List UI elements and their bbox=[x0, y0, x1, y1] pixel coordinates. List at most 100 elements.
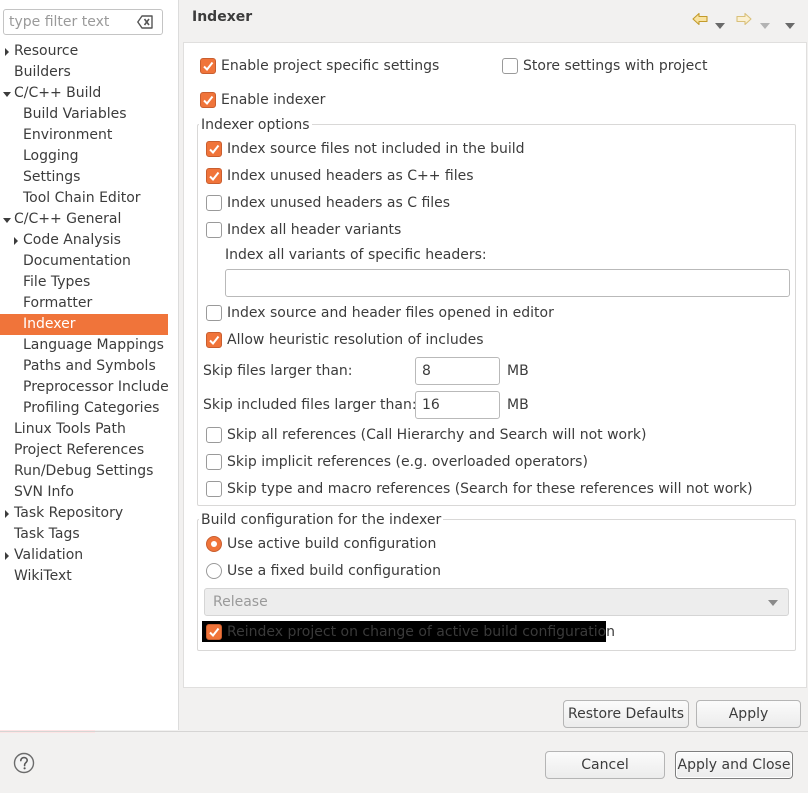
heuristic-includes-checkbox[interactable] bbox=[206, 332, 222, 348]
tree-item-paths-and-symbols[interactable]: Paths and Symbols bbox=[0, 356, 168, 377]
tree-item-tool-chain-editor[interactable]: Tool Chain Editor bbox=[0, 188, 168, 209]
index-not-in-build-checkbox[interactable] bbox=[206, 141, 222, 157]
pane-divider[interactable] bbox=[178, 0, 179, 730]
tree-item-language-mappings[interactable]: Language Mappings bbox=[0, 335, 168, 356]
tree-item-svn-info[interactable]: SVN Info bbox=[0, 482, 168, 503]
tree-item-project-references[interactable]: Project References bbox=[0, 440, 168, 461]
tree-item-label: Settings bbox=[23, 169, 81, 185]
enable-indexer-checkbox[interactable] bbox=[200, 92, 216, 108]
apply-button[interactable]: Apply bbox=[696, 700, 801, 728]
tree-item-label: Code Analysis bbox=[23, 232, 121, 248]
all-header-variants-label: Index all header variants bbox=[227, 222, 402, 238]
use-active-config-label: Use active build configuration bbox=[227, 536, 437, 552]
tree-item-documentation[interactable]: Documentation bbox=[0, 251, 168, 272]
skip-included-input[interactable] bbox=[415, 391, 500, 419]
specific-headers-input[interactable] bbox=[225, 269, 790, 297]
skip-larger-input[interactable] bbox=[415, 357, 500, 385]
expand-right-icon[interactable] bbox=[5, 552, 9, 560]
tree-item-c-c-build[interactable]: C/C++ Build bbox=[0, 83, 168, 104]
skip-all-references-checkbox[interactable] bbox=[206, 427, 222, 443]
forward-history-dropdown-icon[interactable] bbox=[760, 17, 770, 33]
chevron-down-icon bbox=[768, 600, 778, 606]
tree-item-label: Environment bbox=[23, 127, 113, 143]
tree-item-label: Builders bbox=[14, 64, 71, 80]
tree-item-indexer[interactable]: Indexer bbox=[0, 314, 168, 335]
skip-included-unit: MB bbox=[507, 397, 529, 413]
all-header-variants-checkbox[interactable] bbox=[206, 222, 222, 238]
tree-item-code-analysis[interactable]: Code Analysis bbox=[0, 230, 168, 251]
tree-item-label: Indexer bbox=[23, 316, 76, 332]
fixed-config-select[interactable]: Release bbox=[204, 588, 789, 616]
expand-right-icon[interactable] bbox=[14, 237, 18, 245]
tree-item-preprocessor-include[interactable]: Preprocessor Include bbox=[0, 377, 169, 398]
tree-item-label: WikiText bbox=[14, 568, 72, 584]
expand-right-icon[interactable] bbox=[5, 510, 9, 518]
tree-item-formatter[interactable]: Formatter bbox=[0, 293, 168, 314]
tree-item-label: C/C++ General bbox=[14, 211, 122, 227]
expand-right-icon[interactable] bbox=[5, 48, 9, 56]
tree-item-task-tags[interactable]: Task Tags bbox=[0, 524, 168, 545]
skip-type-macro-checkbox[interactable] bbox=[206, 481, 222, 497]
tree-item-build-variables[interactable]: Build Variables bbox=[0, 104, 168, 125]
use-fixed-config-label: Use a fixed build configuration bbox=[227, 563, 441, 579]
apply-and-close-button[interactable]: Apply and Close bbox=[675, 751, 793, 779]
tree-item-c-c-general[interactable]: C/C++ General bbox=[0, 209, 168, 230]
back-arrow-icon[interactable] bbox=[692, 12, 708, 30]
skip-included-label: Skip included files larger than: bbox=[203, 397, 417, 413]
filter-input[interactable] bbox=[9, 11, 127, 33]
tree-item-label: Language Mappings bbox=[23, 337, 164, 353]
tree-item-linux-tools-path[interactable]: Linux Tools Path bbox=[0, 419, 168, 440]
tree-item-label: Build Variables bbox=[23, 106, 127, 122]
tree-item-label: File Types bbox=[23, 274, 91, 290]
opened-in-editor-label: Index source and header files opened in … bbox=[227, 305, 554, 321]
skip-implicit-references-checkbox[interactable] bbox=[206, 454, 222, 470]
tree-item-task-repository[interactable]: Task Repository bbox=[0, 503, 168, 524]
back-history-dropdown-icon[interactable] bbox=[715, 17, 725, 33]
restore-defaults-button[interactable]: Restore Defaults bbox=[563, 700, 689, 728]
use-active-config-radio[interactable] bbox=[206, 536, 222, 552]
store-settings-checkbox[interactable] bbox=[502, 58, 518, 74]
tree-item-settings[interactable]: Settings bbox=[0, 167, 168, 188]
skip-implicit-references-label: Skip implicit references (e.g. overloade… bbox=[227, 454, 588, 470]
unused-headers-cpp-checkbox[interactable] bbox=[206, 168, 222, 184]
tree-item-resource[interactable]: Resource bbox=[0, 41, 168, 62]
tree-item-label: Validation bbox=[14, 547, 84, 563]
skip-larger-unit: MB bbox=[507, 363, 529, 379]
tree-item-run-debug-settings[interactable]: Run/Debug Settings bbox=[0, 461, 168, 482]
cancel-button[interactable]: Cancel bbox=[545, 751, 665, 779]
expand-down-icon[interactable] bbox=[3, 218, 11, 223]
clear-filter-icon[interactable] bbox=[137, 15, 153, 29]
fixed-config-value: Release bbox=[213, 594, 268, 610]
help-icon[interactable] bbox=[13, 752, 35, 774]
opened-in-editor-checkbox[interactable] bbox=[206, 305, 222, 321]
tree-item-logging[interactable]: Logging bbox=[0, 146, 168, 167]
reindex-label: Reindex project on change of active buil… bbox=[227, 624, 616, 640]
tree-item-label: Run/Debug Settings bbox=[14, 463, 154, 479]
store-settings-label: Store settings with project bbox=[523, 58, 708, 74]
tree-item-file-types[interactable]: File Types bbox=[0, 272, 168, 293]
view-menu-icon[interactable] bbox=[785, 17, 795, 33]
expand-down-icon[interactable] bbox=[3, 92, 11, 97]
enable-indexer-label: Enable indexer bbox=[221, 92, 326, 108]
tree-item-label: Linux Tools Path bbox=[14, 421, 126, 437]
skip-larger-label: Skip files larger than: bbox=[203, 363, 353, 379]
skip-all-references-label: Skip all references (Call Hierarchy and … bbox=[227, 427, 647, 443]
tree-item-environment[interactable]: Environment bbox=[0, 125, 168, 146]
tree-item-label: Profiling Categories bbox=[23, 400, 160, 416]
reindex-checkbox[interactable] bbox=[206, 624, 222, 640]
tree-item-label: Documentation bbox=[23, 253, 131, 269]
build-config-legend: Build configuration for the indexer bbox=[199, 512, 444, 528]
enable-project-specific-checkbox[interactable] bbox=[200, 58, 216, 74]
page-title: Indexer bbox=[192, 9, 253, 25]
tree-item-label: SVN Info bbox=[14, 484, 74, 500]
use-fixed-config-radio[interactable] bbox=[206, 563, 222, 579]
tree-item-validation[interactable]: Validation bbox=[0, 545, 168, 566]
tree-item-wikitext[interactable]: WikiText bbox=[0, 566, 168, 587]
tree-item-label: Resource bbox=[14, 43, 79, 59]
tree-item-profiling-categories[interactable]: Profiling Categories bbox=[0, 398, 168, 419]
unused-headers-c-checkbox[interactable] bbox=[206, 195, 222, 211]
filter-box bbox=[3, 9, 163, 35]
tree-item-builders[interactable]: Builders bbox=[0, 62, 168, 83]
forward-arrow-icon[interactable] bbox=[736, 12, 752, 30]
tree-item-label: Task Repository bbox=[14, 505, 124, 521]
